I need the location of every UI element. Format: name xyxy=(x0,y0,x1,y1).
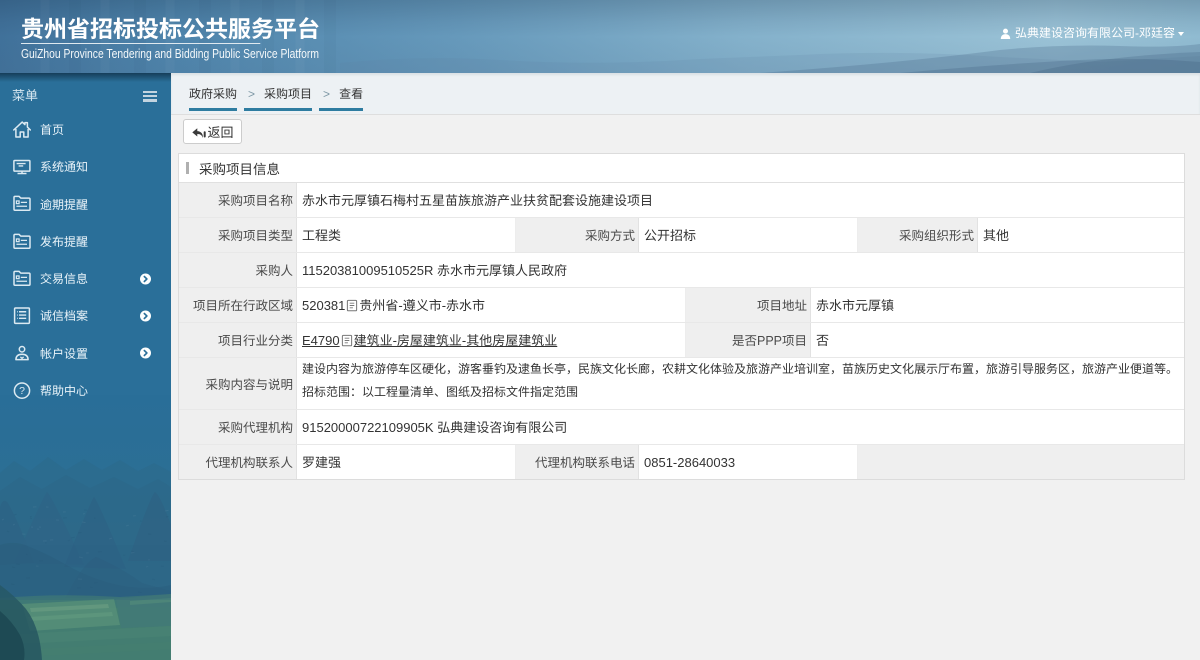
svg-text:?: ? xyxy=(19,385,25,397)
